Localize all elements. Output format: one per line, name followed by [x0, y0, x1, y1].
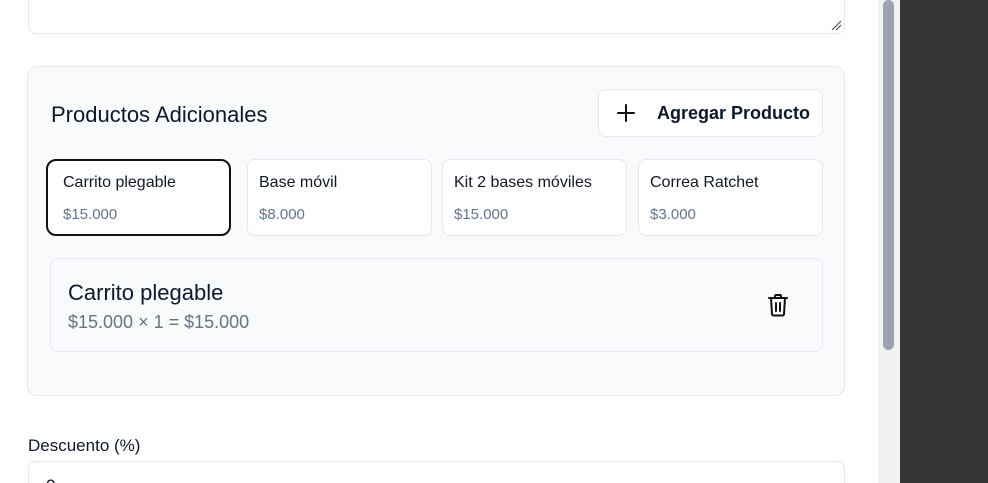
add-product-button[interactable]: Agregar Producto [598, 89, 823, 137]
product-card-base-movil[interactable]: Base móvil $8.000 [247, 159, 432, 236]
add-product-label: Agregar Producto [657, 102, 811, 123]
product-card-correa-ratchet[interactable]: Correa Ratchet $3.000 [638, 159, 823, 236]
discount-label: Descuento (%) [28, 436, 141, 455]
product-price: $3.000 [650, 206, 696, 223]
product-card-kit-2-bases[interactable]: Kit 2 bases móviles $15.000 [442, 159, 627, 236]
notes-textarea[interactable] [28, 0, 845, 34]
product-card-carrito-plegable[interactable]: Carrito plegable $15.000 [46, 159, 231, 236]
discount-input[interactable]: 0 [28, 461, 845, 483]
side-panel-background [900, 0, 988, 483]
added-product-name: Carrito plegable [68, 280, 224, 305]
resize-handle-icon[interactable] [830, 19, 842, 31]
added-product-item: Carrito plegable $15.000 × 1 = $15.000 [50, 258, 823, 352]
vertical-scrollbar[interactable] [878, 0, 900, 483]
product-price: $8.000 [259, 206, 305, 223]
product-name: Correa Ratchet [650, 174, 759, 191]
scrollbar-thumb[interactable] [883, 0, 894, 350]
trash-icon[interactable] [767, 293, 789, 317]
product-price: $15.000 [63, 206, 118, 223]
additional-products-panel: Productos Adicionales Agregar Producto C… [27, 66, 845, 396]
plus-icon [615, 102, 637, 124]
added-product-calculation: $15.000 × 1 = $15.000 [68, 312, 250, 332]
product-price: $15.000 [454, 206, 509, 223]
product-name: Kit 2 bases móviles [454, 174, 592, 191]
product-name: Carrito plegable [63, 174, 176, 191]
product-name: Base móvil [259, 174, 338, 191]
section-title: Productos Adicionales [51, 102, 268, 127]
